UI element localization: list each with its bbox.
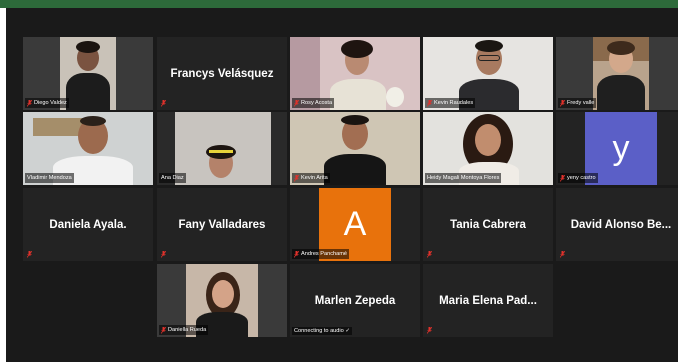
participant-tile-kevin-arita[interactable]: Kevin Arita [290,112,420,185]
participant-tile-francys[interactable]: Francys Velásquez [157,37,287,110]
gallery-view: Diego Valdez Francys Velásquez Rosy Acos… [6,8,678,362]
participant-tile-rosy[interactable]: Rosy Acosta [290,37,420,110]
participant-tile-fany[interactable]: Fany Valladares [157,188,287,261]
participant-name-label: Rosy Acosta [292,98,335,108]
participant-name-label: yeny castro [558,173,598,183]
muted-mic-icon [294,250,299,258]
participant-tile-marlen[interactable]: Marlen Zepeda Connecting to audio ✓ [290,264,420,337]
participant-tile-tania[interactable]: Tania Cabrera [423,188,553,261]
participant-display-name: Fany Valladares [178,218,266,231]
participant-display-name: David Alonso Be... [570,218,672,231]
participant-name-label: Kevin Arita [292,173,330,183]
muted-mic-icon [427,326,432,334]
muted-mic-icon [560,174,565,182]
participant-name-label: Heidy Magali Montoya Flores [425,173,502,183]
participant-tile-ana[interactable]: Ana Diaz [157,112,287,185]
participant-tile-daniela-ayala[interactable]: Daniela Ayala. [23,188,153,261]
window-top-bar [0,0,678,8]
audio-status-text: Connecting to audio ✓ [292,327,353,335]
participant-tile-yeny[interactable]: y yeny castro [556,112,678,185]
participant-name-label: Fredy valle [558,98,597,108]
participant-display-name: Marlen Zepeda [314,294,396,307]
participant-name-label: Diego Valdez [25,98,69,108]
participant-video [593,37,649,110]
participant-tile-kevin-raudales[interactable]: Kevin Raudales [423,37,553,110]
participant-name-label [425,249,436,259]
muted-mic-icon [161,326,166,334]
muted-mic-icon [161,250,166,258]
participant-name-label [159,249,170,259]
participant-tile-vladimir[interactable]: Vladimir Mendoza [23,112,153,185]
muted-mic-icon [161,99,166,107]
participant-tile-diego[interactable]: Diego Valdez [23,37,153,110]
muted-mic-icon [427,250,432,258]
participant-display-name: Tania Cabrera [450,218,526,231]
participant-name-label: Vladimir Mendoza [25,173,74,183]
participant-tile-fredy[interactable]: Fredy valle [556,37,678,110]
muted-mic-icon [427,99,432,107]
participant-name-label [25,249,36,259]
participant-name-label: Kevin Raudales [425,98,476,108]
participant-tile-heidy[interactable]: Heidy Magali Montoya Flores [423,112,553,185]
participant-name-label: Ana Diaz [159,173,186,183]
muted-mic-icon [294,174,299,182]
participant-tile-daniella-rueda[interactable]: Daniella Rueda [157,264,287,337]
participant-name-label: Andres Panchamé [292,249,350,259]
participant-display-name: Maria Elena Pad... [439,294,537,307]
muted-mic-icon [27,250,32,258]
muted-mic-icon [294,99,299,107]
muted-mic-icon [560,99,565,107]
participant-name-label: Daniella Rueda [159,325,209,335]
participant-name-label [159,98,170,108]
participant-display-name: Daniela Ayala. [49,218,127,231]
participant-tile-andres[interactable]: A Andres Panchamé [290,188,420,261]
participant-name-label [425,325,436,335]
muted-mic-icon [560,250,565,258]
muted-mic-icon [27,99,32,107]
participant-tile-david[interactable]: David Alonso Be... [556,188,678,261]
participant-name-label [558,249,569,259]
participant-display-name: Francys Velásquez [170,67,274,80]
participant-tile-maria[interactable]: Maria Elena Pad... [423,264,553,337]
